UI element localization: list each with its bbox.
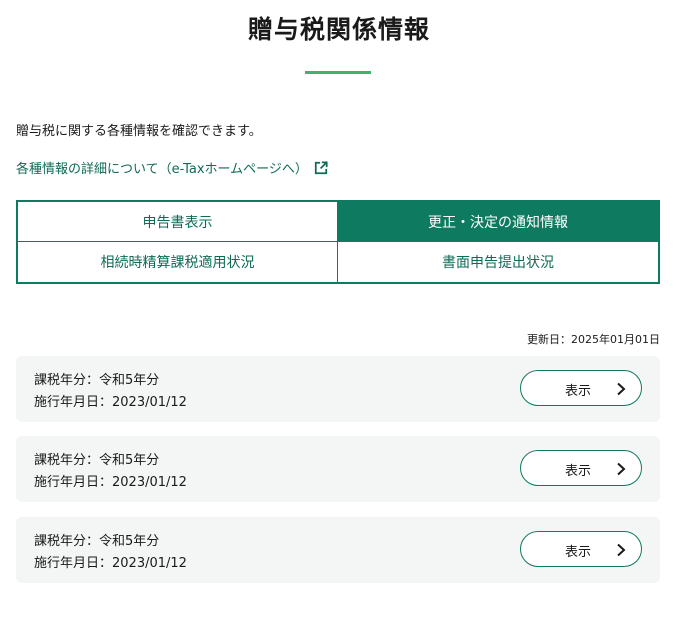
record-card: 課税年分：令和5年分 施行年月日：2023/01/12 表示: [16, 436, 660, 502]
chevron-right-icon: [617, 382, 626, 396]
tab-correction-notice[interactable]: 更正・決定の通知情報: [338, 202, 658, 242]
external-link-icon: [314, 160, 328, 174]
record-card: 課税年分：令和5年分 施行年月日：2023/01/12 表示: [16, 517, 660, 583]
record-effective-date: 施行年月日：2023/01/12: [34, 556, 187, 571]
show-button-label: 表示: [565, 545, 592, 560]
show-button-label: 表示: [565, 464, 592, 479]
record-card: 課税年分：令和5年分 施行年月日：2023/01/12 表示: [16, 356, 660, 422]
tab-return-display[interactable]: 申告書表示: [18, 202, 338, 242]
title-underline: [305, 71, 371, 74]
tab-paper-filing-status[interactable]: 書面申告提出状況: [338, 242, 658, 282]
record-tax-year: 課税年分：令和5年分: [34, 453, 160, 468]
show-button[interactable]: 表示: [520, 531, 642, 567]
chevron-right-icon: [617, 543, 626, 557]
record-effective-date: 施行年月日：2023/01/12: [34, 395, 187, 410]
record-tax-year: 課税年分：令和5年分: [34, 534, 160, 549]
etax-detail-link[interactable]: 各種情報の詳細について（e-Taxホームページへ）: [16, 158, 328, 177]
tab-settlement-taxation-status[interactable]: 相続時精算課税適用状況: [18, 242, 338, 282]
show-button-label: 表示: [565, 384, 592, 399]
record-tax-year: 課税年分：令和5年分: [34, 373, 160, 388]
etax-detail-link-label: 各種情報の詳細について（e-Taxホームページへ）: [16, 162, 308, 177]
show-button[interactable]: 表示: [520, 450, 642, 486]
info-tab-grid: 申告書表示 更正・決定の通知情報 相続時精算課税適用状況 書面申告提出状況: [16, 200, 660, 284]
updated-date: 更新日：2025年01月01日: [527, 333, 660, 346]
intro-text: 贈与税に関する各種情報を確認できます。: [16, 124, 262, 139]
show-button[interactable]: 表示: [520, 370, 642, 406]
chevron-right-icon: [617, 462, 626, 476]
page-title: 贈与税関係情報: [247, 15, 430, 44]
record-effective-date: 施行年月日：2023/01/12: [34, 475, 187, 490]
